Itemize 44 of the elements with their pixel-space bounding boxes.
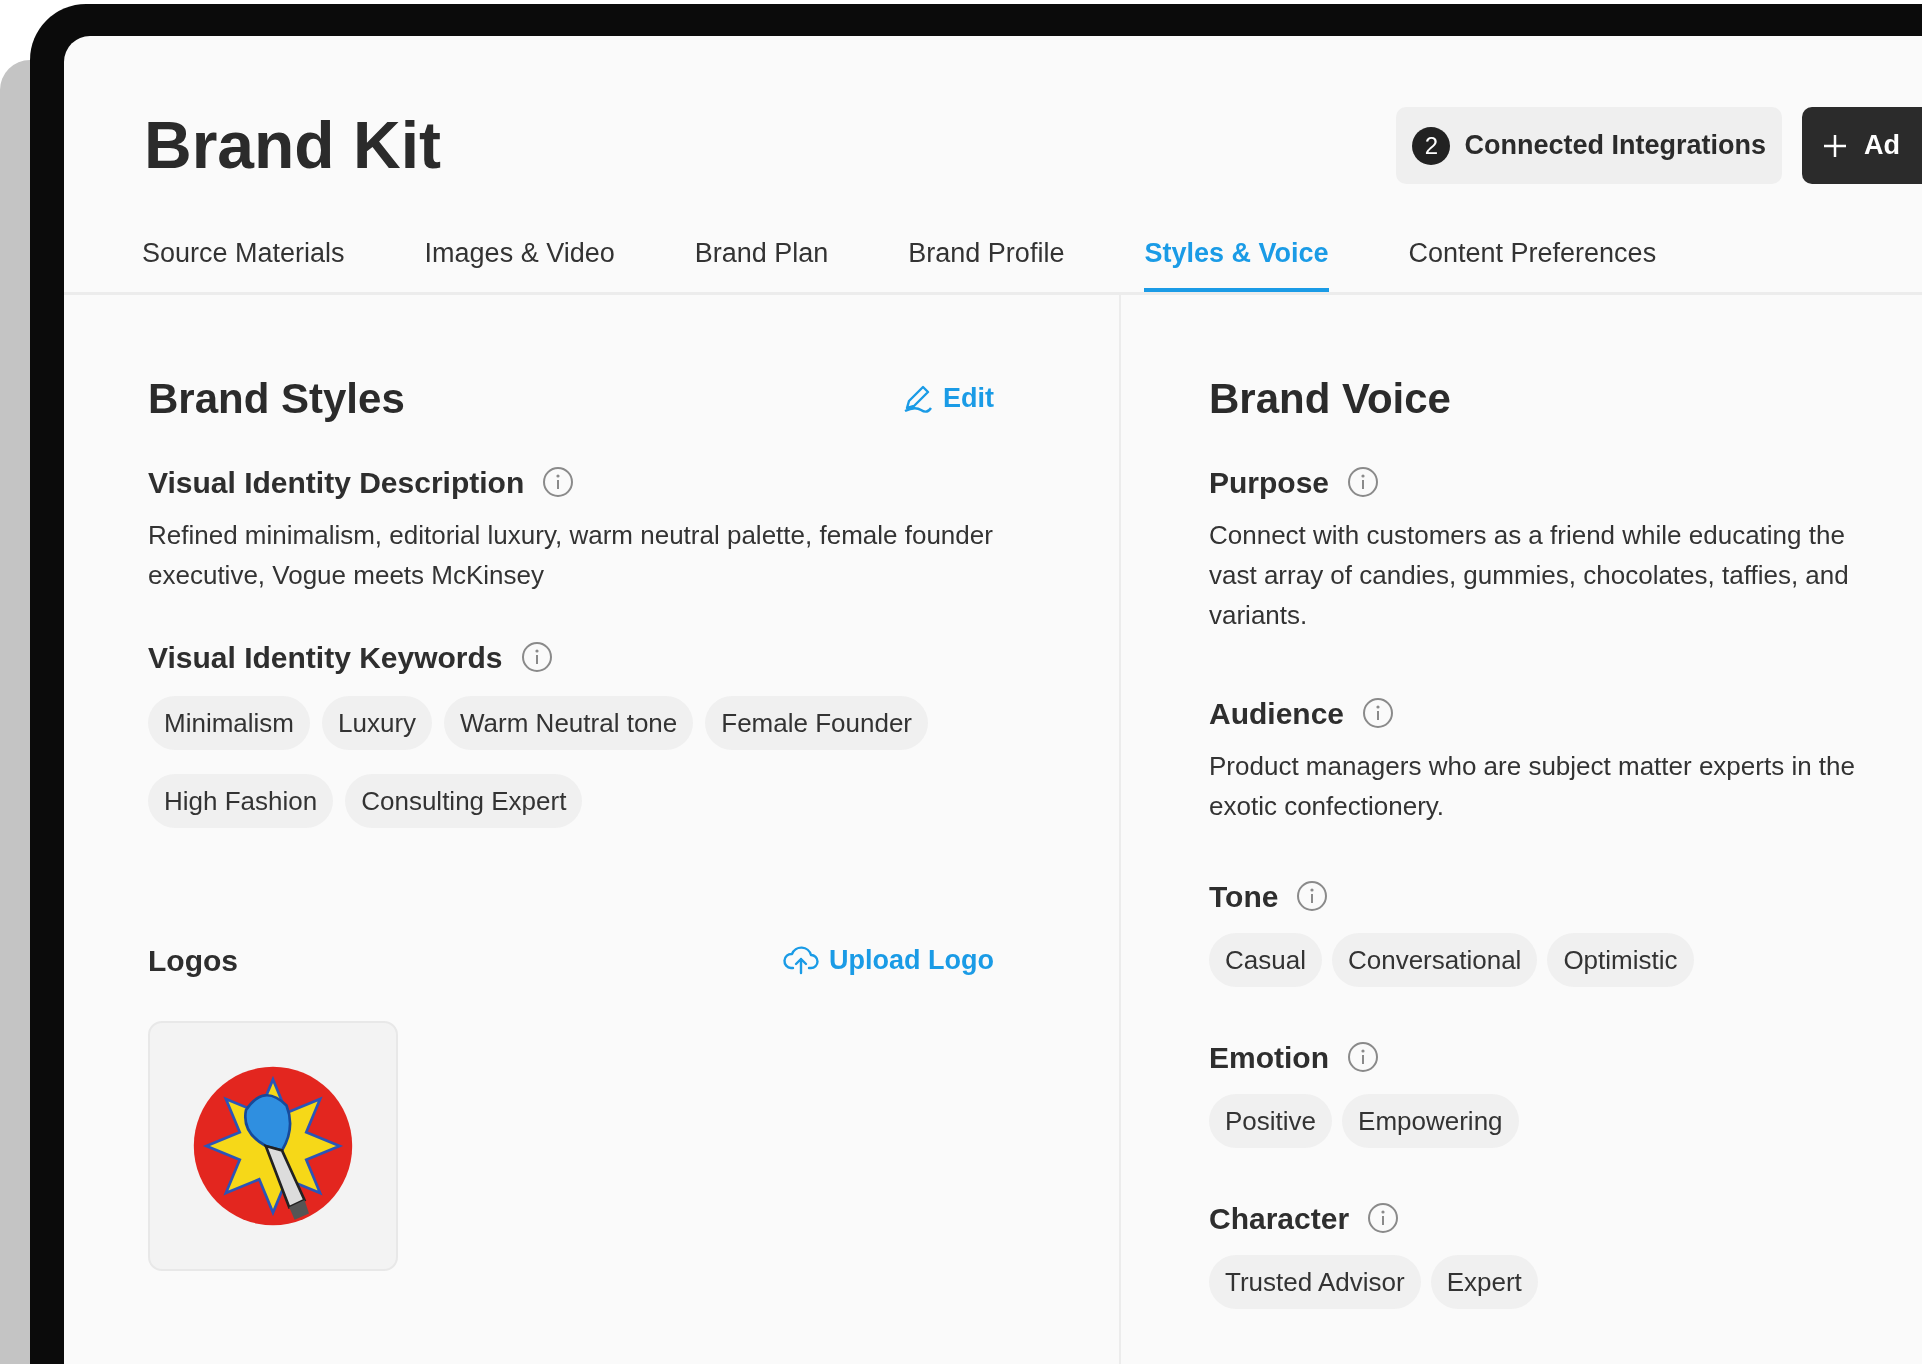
section-text: Product managers who are subject matter experts in the exotic confectionery.: [1209, 749, 1856, 823]
tag: Warm Neutral tone: [444, 695, 694, 750]
section-label: Logos: [148, 942, 238, 979]
tab[interactable]: Brand Profile: [908, 233, 1065, 292]
section-label: Emotion: [1209, 1039, 1329, 1076]
tag: Casual: [1209, 932, 1322, 987]
section-label: Audience: [1209, 695, 1345, 732]
tag: Conversational: [1331, 932, 1538, 987]
tab[interactable]: Source Materials: [142, 233, 345, 292]
info-icon[interactable]: [520, 641, 553, 673]
tab[interactable]: Images & Video: [424, 233, 615, 292]
tag: Positive: [1209, 1093, 1333, 1148]
section-label: Visual Identity Description: [148, 464, 525, 501]
section-label: Character: [1209, 1200, 1350, 1237]
connected-integrations-button[interactable]: 2 Connected Integrations: [1396, 107, 1782, 184]
page-title: Brand Kit: [144, 107, 441, 184]
add-button[interactable]: Ad: [1802, 107, 1922, 184]
info-icon[interactable]: [1347, 1041, 1379, 1073]
tag: Consulting Expert: [345, 773, 583, 828]
info-icon[interactable]: [1347, 466, 1380, 498]
tag: Empowering: [1342, 1093, 1519, 1148]
tag: Trusted Advisor: [1209, 1254, 1421, 1309]
section-label: Visual Identity Keywords: [148, 639, 503, 676]
tag: Female Founder: [705, 695, 929, 750]
section-label: Purpose: [1209, 464, 1330, 501]
logo-card[interactable]: [148, 1020, 398, 1271]
tag: Optimistic: [1547, 932, 1694, 987]
info-icon[interactable]: [1367, 1202, 1400, 1234]
section-label: Tone: [1209, 878, 1279, 915]
info-icon[interactable]: [1296, 880, 1329, 912]
tag: Expert: [1430, 1254, 1538, 1309]
tag: Luxury: [322, 695, 433, 750]
plus-icon: [1822, 132, 1848, 159]
section-text: Connect with customers as a friend while educating the vast array of candies, gummies, chocolates, taffies, and variants.: [1209, 518, 1850, 632]
section-title: Brand Styles: [148, 373, 405, 424]
tag: High Fashion: [148, 773, 334, 828]
tag: Minimalism: [148, 695, 310, 750]
cloud-upload-icon: [783, 944, 820, 976]
section-title: Brand Voice: [1209, 373, 1452, 424]
tab[interactable]: Content Preferences: [1408, 233, 1657, 292]
info-icon[interactable]: [1362, 697, 1395, 729]
info-icon[interactable]: [542, 466, 575, 498]
description-text: Refined minimalism, editorial luxury, warm neutral palette, female founder executive, Vogue meets McKinsey: [148, 518, 994, 592]
tab[interactable]: Brand Plan: [694, 233, 829, 292]
